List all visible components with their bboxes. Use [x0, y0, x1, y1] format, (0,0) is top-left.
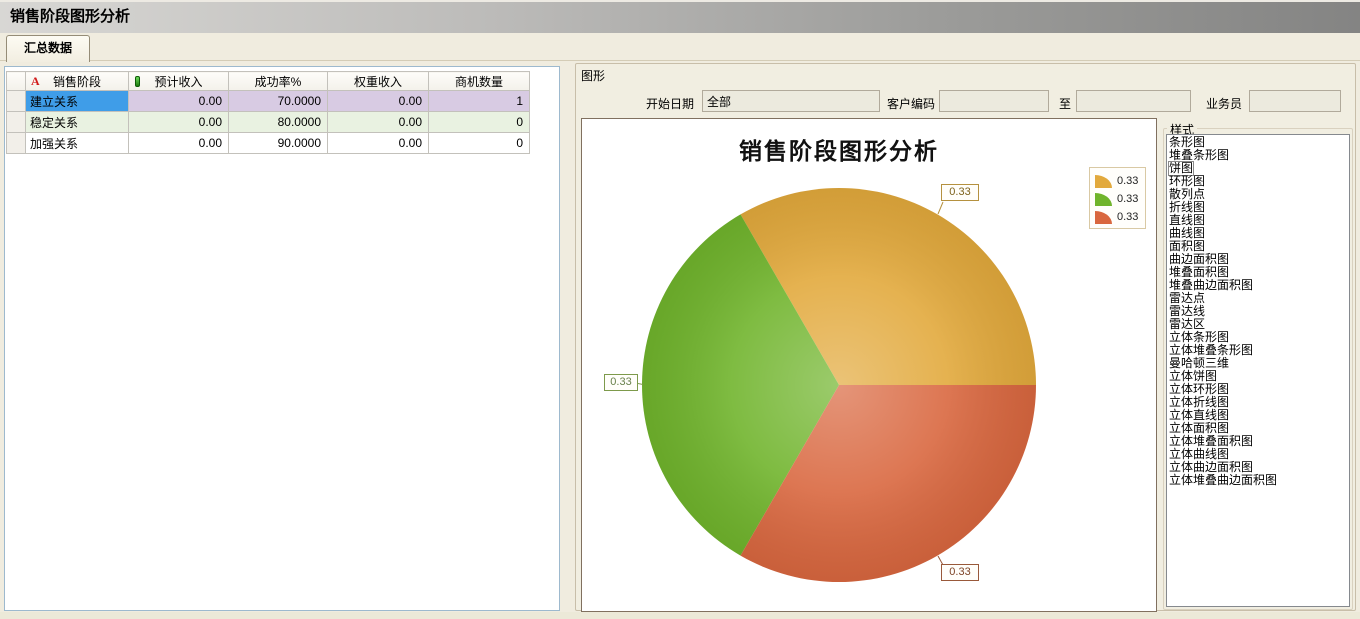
title-bar: 销售阶段图形分析: [0, 0, 1360, 33]
cell-count[interactable]: 0: [429, 112, 530, 133]
chart-area: 销售阶段图形分析 0.33 0.33 0.33 0.33 0.33 0: [581, 118, 1157, 612]
graph-panel: 图形 开始日期 客户编码 至 业务员: [575, 63, 1356, 611]
table-row[interactable]: 建立关系 0.00 70.0000 0.00 1: [7, 91, 530, 112]
salesman-label: 业务员: [1206, 95, 1242, 112]
cell-weighted[interactable]: 0.00: [328, 91, 429, 112]
tab-strip: 汇总数据: [0, 33, 1360, 61]
cell-count[interactable]: 1: [429, 91, 530, 112]
col-label: 销售阶段: [53, 75, 101, 89]
salesman-input[interactable]: [1249, 90, 1341, 112]
cell-success[interactable]: 80.0000: [229, 112, 328, 133]
field-marker-icon: [135, 76, 140, 87]
cell-expected[interactable]: 0.00: [129, 91, 229, 112]
table-row[interactable]: 稳定关系 0.00 80.0000 0.00 0: [7, 112, 530, 133]
legend-entry: 0.33: [1095, 172, 1145, 190]
tab-page: A 销售阶段 预计收入 成功率% 权重收入: [0, 61, 1360, 612]
row-indicator: [7, 133, 26, 154]
cell-count[interactable]: 0: [429, 133, 530, 154]
col-header-stage[interactable]: A 销售阶段: [26, 72, 129, 91]
legend-value: 0.33: [1117, 211, 1138, 223]
col-header-expected-income[interactable]: 预计收入: [129, 72, 229, 91]
graph-panel-caption: 图形: [581, 67, 605, 84]
summary-grid-panel: A 销售阶段 预计收入 成功率% 权重收入: [4, 66, 560, 611]
cell-weighted[interactable]: 0.00: [328, 133, 429, 154]
cell-weighted[interactable]: 0.00: [328, 112, 429, 133]
label-connector: [938, 202, 943, 214]
style-listbox[interactable]: 条形图堆叠条形图饼图环形图散列点折线图直线图曲线图面积图曲边面积图堆叠面积图堆叠…: [1166, 134, 1350, 607]
col-label: 预计收入: [154, 75, 202, 89]
cell-stage[interactable]: 加强关系: [26, 133, 129, 154]
row-indicator: [7, 112, 26, 133]
start-date-input[interactable]: [702, 90, 880, 112]
tab-label: 汇总数据: [24, 41, 72, 55]
style-group: 样式 条形图堆叠条形图饼图环形图散列点折线图直线图曲线图面积图曲边面积图堆叠面积…: [1163, 128, 1353, 610]
cell-expected[interactable]: 0.00: [129, 112, 229, 133]
start-date-label: 开始日期: [646, 95, 694, 112]
pie-chart: [582, 119, 1158, 613]
col-header-opportunity-count[interactable]: 商机数量: [429, 72, 530, 91]
col-label: 成功率%: [255, 75, 302, 89]
table-row[interactable]: 加强关系 0.00 90.0000 0.00 0: [7, 133, 530, 154]
customer-code-input[interactable]: [939, 90, 1049, 112]
legend-entry: 0.33: [1095, 190, 1145, 208]
sort-a-icon: A: [31, 74, 40, 89]
slice-value-label: 0.33: [604, 374, 638, 391]
legend-swatch-icon: [1095, 175, 1112, 188]
legend-entry: 0.33: [1095, 208, 1145, 226]
chart-title: 销售阶段图形分析: [582, 132, 1096, 166]
app-window: 销售阶段图形分析 汇总数据 A 销售阶段: [0, 0, 1360, 619]
pie-shading: [642, 188, 1036, 582]
customer-code-to-input[interactable]: [1076, 90, 1191, 112]
customer-code-label: 客户编码: [887, 95, 935, 112]
cell-success[interactable]: 90.0000: [229, 133, 328, 154]
tab-summary-data[interactable]: 汇总数据: [6, 35, 90, 62]
legend-value: 0.33: [1117, 175, 1138, 187]
window-bottom-edge: [0, 612, 1360, 619]
style-list-item[interactable]: 堆叠条形图: [1167, 149, 1349, 162]
cell-stage[interactable]: 建立关系: [26, 91, 129, 112]
cell-success[interactable]: 70.0000: [229, 91, 328, 112]
grid-header-row: A 销售阶段 预计收入 成功率% 权重收入: [7, 72, 530, 91]
page-title: 销售阶段图形分析: [10, 8, 130, 25]
row-indicator: [7, 91, 26, 112]
to-label: 至: [1059, 95, 1071, 112]
cell-stage[interactable]: 稳定关系: [26, 112, 129, 133]
slice-value-label: 0.33: [941, 564, 979, 581]
style-list-item[interactable]: 立体堆叠曲边面积图: [1167, 474, 1349, 487]
summary-grid: A 销售阶段 预计收入 成功率% 权重收入: [6, 71, 530, 154]
cell-expected[interactable]: 0.00: [129, 133, 229, 154]
chart-legend: 0.33 0.33 0.33: [1089, 167, 1146, 229]
col-label: 商机数量: [455, 75, 503, 89]
col-label: 权重收入: [354, 75, 402, 89]
legend-swatch-icon: [1095, 193, 1112, 206]
slice-value-label: 0.33: [941, 184, 979, 201]
legend-value: 0.33: [1117, 193, 1138, 205]
col-header-weighted-income[interactable]: 权重收入: [328, 72, 429, 91]
col-header-success-rate[interactable]: 成功率%: [229, 72, 328, 91]
row-indicator-header: [7, 72, 26, 91]
legend-swatch-icon: [1095, 211, 1112, 224]
